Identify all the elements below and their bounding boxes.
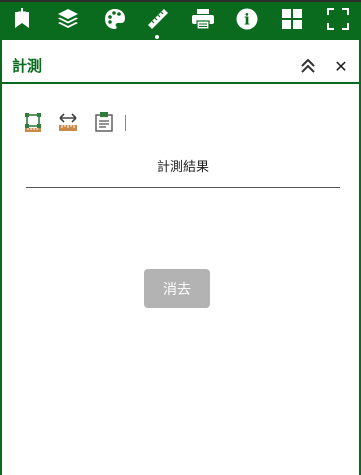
double-chevron-up-icon[interactable] (298, 56, 318, 76)
fullscreen-icon[interactable] (322, 4, 354, 34)
tool-separator (125, 115, 126, 131)
panel-title: 計測 (12, 57, 43, 75)
panel-header: 計測 ✕ (2, 46, 359, 84)
layers-icon[interactable] (52, 4, 84, 34)
top-toolbar: i (0, 0, 361, 40)
grid-icon[interactable] (276, 4, 308, 34)
ruler-icon[interactable] (142, 4, 174, 34)
distance-measure-icon[interactable] (57, 111, 79, 133)
toolbar-top-border (0, 0, 361, 2)
printer-icon[interactable] (187, 4, 219, 34)
active-tool-indicator (155, 35, 159, 39)
area-measure-icon[interactable] (22, 111, 44, 133)
info-icon[interactable]: i (231, 4, 263, 34)
location-measure-icon[interactable] (93, 111, 115, 133)
clear-button[interactable]: 消去 (144, 269, 210, 308)
bookmark-add-icon[interactable] (6, 4, 38, 34)
measurement-result-heading: 計測結果 (156, 160, 209, 175)
result-divider (26, 187, 340, 188)
measurement-app: i 計測 ✕ 計測結果 消去 (0, 0, 361, 475)
close-icon[interactable]: ✕ (331, 56, 351, 76)
measure-panel: 計測 ✕ 計測結果 消去 (0, 40, 361, 475)
svg-text:i: i (244, 11, 250, 29)
basemap-palette-icon[interactable] (99, 4, 131, 34)
